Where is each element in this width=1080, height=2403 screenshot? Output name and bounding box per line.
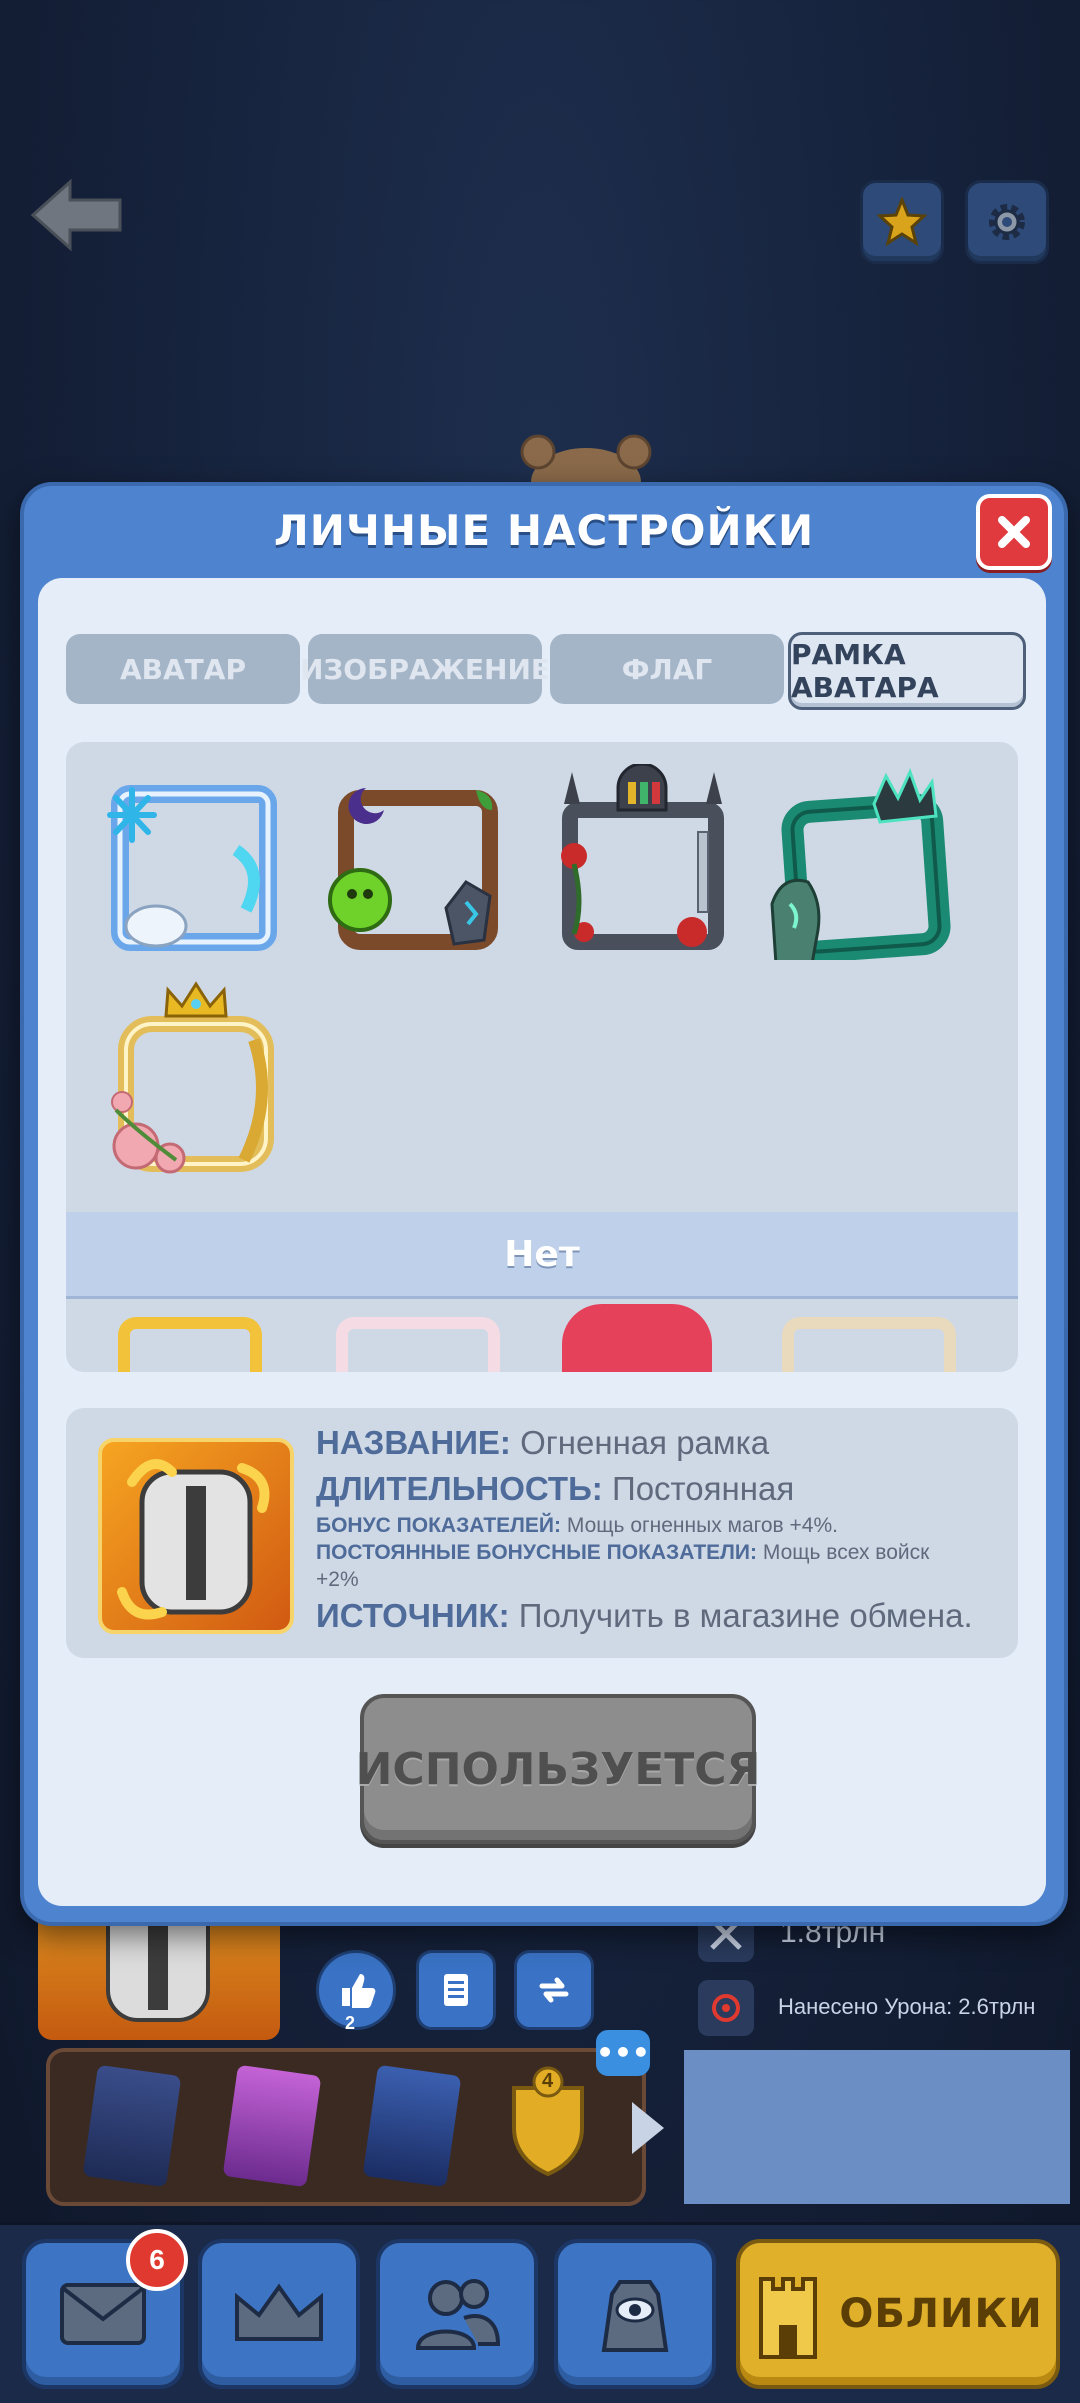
frame-info-text: НАЗВАНИЕ: Огненная рамка ДЛИТЕЛЬНОСТЬ: П… (316, 1420, 1006, 1639)
crown-icon (235, 2283, 323, 2341)
emerald-frame-icon (770, 768, 951, 966)
tab-avatar-frame[interactable]: РАМКА АВАТАРА (788, 632, 1026, 710)
rank-badge-icon: 4 (506, 2066, 590, 2178)
document-icon (444, 1974, 468, 2006)
none-section-header: Нет (66, 1212, 1018, 1299)
in-use-button[interactable]: ИСПОЛЬЗУЕТСЯ (356, 1694, 760, 1844)
like-count: 2 (345, 2013, 356, 2033)
close-button[interactable] (976, 494, 1052, 570)
eye-tower-icon (601, 2280, 669, 2352)
mail-icon (60, 2283, 146, 2345)
frame-item-ice[interactable] (96, 770, 292, 966)
frame-item-locked[interactable] (562, 1304, 712, 1372)
frame-item-locked[interactable] (336, 1317, 500, 1372)
skins-button[interactable]: ОБЛИКИ (736, 2239, 1060, 2389)
mail-button[interactable]: 6 (22, 2229, 188, 2389)
observe-button[interactable] (554, 2239, 716, 2389)
tab-image[interactable]: ИЗОБРАЖЕНИЕ (300, 634, 550, 704)
nature-frame-icon (328, 788, 498, 950)
castle-icon (759, 2277, 818, 2359)
permanent-bonus-label: ПОСТОЯННЫЕ БОНУСНЫЕ ПОКАЗАТЕЛИ: (316, 1541, 757, 1564)
swap-button[interactable] (514, 1950, 594, 2030)
deck-card[interactable] (362, 2064, 462, 2188)
back-arrow-icon (30, 178, 122, 252)
mail-badge: 6 (126, 2229, 188, 2291)
bottom-nav: 6 ОБЛИКИ (0, 2222, 1080, 2403)
card-deck-strip[interactable]: 4 ••• (46, 2030, 664, 2206)
royal-rose-frame-icon (111, 981, 274, 1174)
modal-title: ЛИЧНЫЕ НАСТРОЙКИ (273, 506, 815, 555)
thumbs-up-icon (342, 1974, 376, 2008)
bonus-label: БОНУС ПОКАЗАТЕЛЕЙ: (316, 1514, 562, 1537)
settings-button[interactable] (965, 180, 1049, 264)
duration-label: ДЛИТЕЛЬНОСТЬ: (316, 1470, 603, 1507)
tab-flag[interactable]: ФЛАГ (550, 634, 784, 704)
tab-avatar[interactable]: АВАТАР (66, 634, 300, 704)
swap-icon (539, 1977, 569, 2003)
name-value: Огненная рамка (520, 1424, 770, 1461)
frame-item-nature[interactable] (316, 770, 512, 966)
deck-card[interactable] (222, 2064, 322, 2188)
selected-frame-preview (98, 1438, 294, 1634)
ellipsis-icon: ••• (596, 2036, 650, 2069)
duration-value: Постоянная (611, 1470, 795, 1507)
star-icon (877, 197, 927, 247)
source-value: Получить в магазине обмена. (518, 1597, 973, 1634)
skins-label: ОБЛИКИ (839, 2291, 1043, 2337)
frame-item-gothic[interactable] (544, 762, 740, 960)
source-label: ИСТОЧНИК: (316, 1597, 510, 1634)
frame-item-locked[interactable] (782, 1317, 956, 1372)
in-use-label: ИСПОЛЬЗУЕТСЯ (355, 1743, 761, 1795)
frames-grid: Нет (66, 742, 1018, 1372)
kingdom-button[interactable] (198, 2239, 360, 2389)
next-arrow-icon[interactable] (628, 2098, 668, 2162)
frame-info-panel: НАЗВАНИЕ: Огненная рамка ДЛИТЕЛЬНОСТЬ: П… (66, 1408, 1018, 1658)
ice-frame-icon (107, 785, 277, 951)
modal-content: АВАТАР ИЗОБРАЖЕНИЕ ФЛАГ РАМКА АВАТАРА Не… (38, 578, 1046, 1906)
like-button[interactable]: 2 (316, 1950, 396, 2033)
more-options-button[interactable]: ••• (596, 2030, 650, 2076)
gear-icon (989, 204, 1025, 240)
frame-item-royal-rose[interactable] (96, 980, 292, 1176)
back-button[interactable] (28, 178, 123, 253)
people-icon (415, 2279, 501, 2350)
friends-button[interactable] (376, 2239, 538, 2389)
damage-stat-icon (698, 1980, 754, 2036)
gothic-frame-icon (561, 762, 724, 950)
notes-button[interactable] (416, 1950, 496, 2030)
damage-stat: Нанесено Урона: 2.6трлн (778, 1994, 1036, 2019)
frame-item-emerald[interactable] (756, 764, 952, 966)
deck-card[interactable] (82, 2064, 182, 2188)
frame-item-locked[interactable] (118, 1317, 262, 1372)
personal-settings-modal: ЛИЧНЫЕ НАСТРОЙКИ АВАТАР ИЗОБРАЖЕНИЕ ФЛАГ… (20, 482, 1068, 1926)
close-icon (998, 516, 1030, 548)
bonus-value: Мощь огненных магов +4%. (566, 1514, 838, 1537)
redacted-area (684, 2050, 1070, 2204)
fire-frame-icon (117, 1459, 270, 1620)
name-label: НАЗВАНИЕ: (316, 1424, 511, 1461)
rank-level: 4 (542, 2070, 554, 2092)
favorites-button[interactable] (860, 180, 944, 264)
